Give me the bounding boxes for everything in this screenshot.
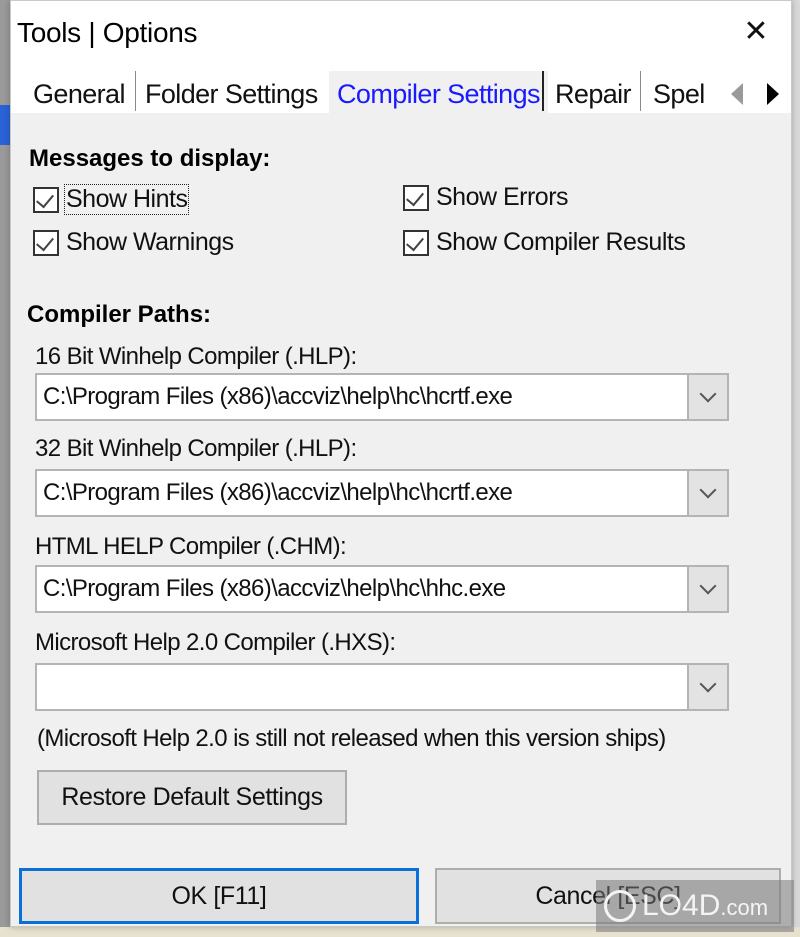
checkbox-checked-icon [33,186,59,213]
hlp32-compiler-combobox[interactable]: C:\Program Files (x86)\accviz\help\hc\hc… [35,469,729,517]
compiler-settings-panel: Messages to display: Show Hints Show Err… [11,113,791,928]
tab-separator [135,71,136,111]
hlp16-compiler-label: 16 Bit Winhelp Compiler (.HLP): [35,343,357,370]
show-compiler-results-checkbox[interactable]: Show Compiler Results [403,228,686,257]
tab-repair[interactable]: Repair [555,71,632,113]
checkbox-checked-icon [403,229,429,256]
show-errors-checkbox[interactable]: Show Errors [403,183,569,212]
combobox-value: C:\Program Files (x86)\accviz\help\hc\hc… [43,479,513,506]
help2-note: (Microsoft Help 2.0 is still not release… [37,725,666,752]
chevron-down-icon[interactable] [687,471,727,515]
title-bar: Tools | Options ✕ [11,1,791,67]
combobox-value: C:\Program Files (x86)\accviz\help\hc\hc… [43,383,513,410]
show-warnings-checkbox[interactable]: Show Warnings [33,228,235,257]
checkbox-label: Show Hints [63,184,190,215]
tab-scroll-left-icon[interactable] [731,83,743,105]
chm-compiler-label: HTML HELP Compiler (.CHM): [35,533,347,560]
tab-spelling[interactable]: Spel [653,71,705,113]
checkbox-label: Show Warnings [66,228,234,256]
hxs-compiler-combobox[interactable] [35,663,729,711]
hlp16-compiler-combobox[interactable]: C:\Program Files (x86)\accviz\help\hc\hc… [35,373,729,421]
watermark: LO4D.com [596,880,794,932]
tab-compiler-settings[interactable]: Compiler Settings [329,71,548,113]
tab-separator [640,71,641,111]
watermark-brand: LO4D [642,889,721,922]
tab-strip: General Folder Settings Compiler Setting… [11,67,791,113]
checkbox-label: Show Compiler Results [436,228,686,256]
chevron-down-icon[interactable] [687,567,727,611]
hlp32-compiler-label: 32 Bit Winhelp Compiler (.HLP): [35,435,357,462]
ok-button[interactable]: OK [F11] [19,868,419,924]
checkbox-checked-icon [33,229,59,256]
messages-section-title: Messages to display: [29,145,271,172]
watermark-text: LO4D.com [642,889,768,923]
tab-scroll-right-icon[interactable] [767,83,779,105]
tab-general[interactable]: General [33,71,125,113]
chm-compiler-combobox[interactable]: C:\Program Files (x86)\accviz\help\hc\hh… [35,565,729,613]
compiler-paths-section-title: Compiler Paths: [27,301,212,328]
restore-defaults-button[interactable]: Restore Default Settings [37,770,347,825]
close-icon: ✕ [743,15,769,48]
show-hints-checkbox[interactable]: Show Hints [33,184,190,215]
combobox-value: C:\Program Files (x86)\accviz\help\hc\hh… [43,575,506,602]
options-dialog: Tools | Options ✕ General Folder Setting… [10,0,792,927]
dialog-title: Tools | Options [17,17,198,48]
chevron-down-icon[interactable] [687,375,727,419]
chevron-down-icon[interactable] [687,665,727,709]
hxs-compiler-label: Microsoft Help 2.0 Compiler (.HXS): [35,629,396,656]
tab-folder-settings[interactable]: Folder Settings [145,71,318,113]
checkbox-label: Show Errors [436,183,569,211]
tab-separator [542,71,544,111]
close-button[interactable]: ✕ [739,15,773,49]
watermark-suffix: .com [720,895,769,920]
checkbox-checked-icon [403,184,429,211]
lo4d-logo-icon [604,890,636,922]
